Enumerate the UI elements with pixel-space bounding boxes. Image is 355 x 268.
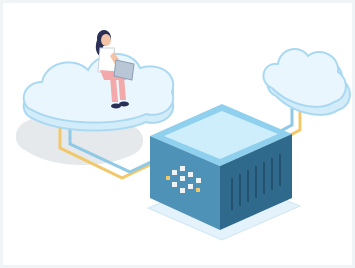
cloud-computing-illustration — [15, 30, 351, 241]
cloud-icon — [262, 48, 351, 116]
laptop-icon — [113, 59, 135, 81]
screenshot-canvas — [0, 0, 355, 268]
